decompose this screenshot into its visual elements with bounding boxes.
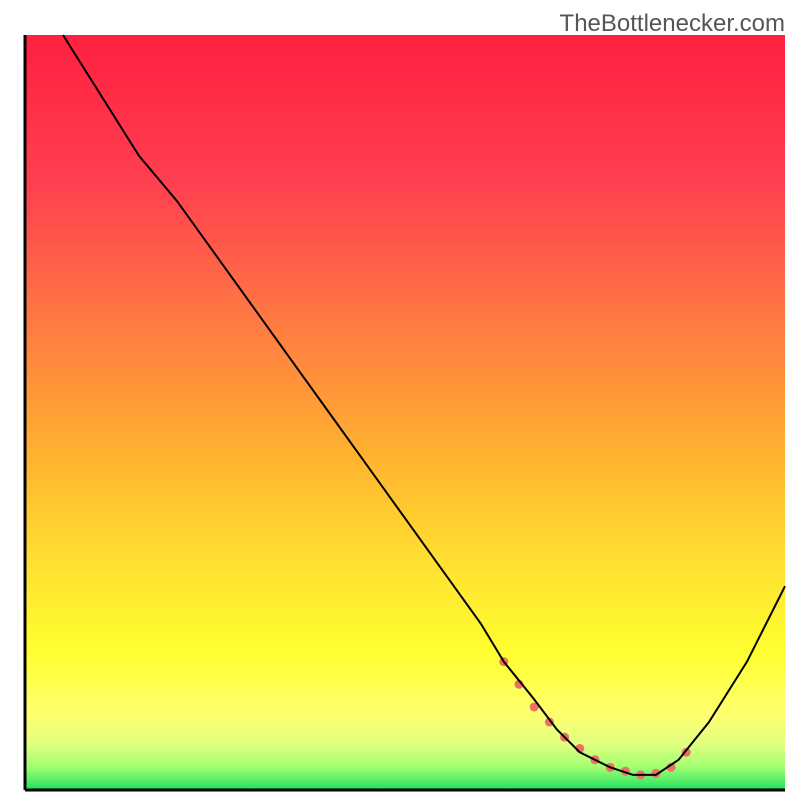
chart-container: TheBottlenecker.com [0,0,800,800]
bottleneck-chart [0,0,800,800]
watermark-label: TheBottlenecker.com [560,10,785,38]
plot-background [25,35,785,790]
